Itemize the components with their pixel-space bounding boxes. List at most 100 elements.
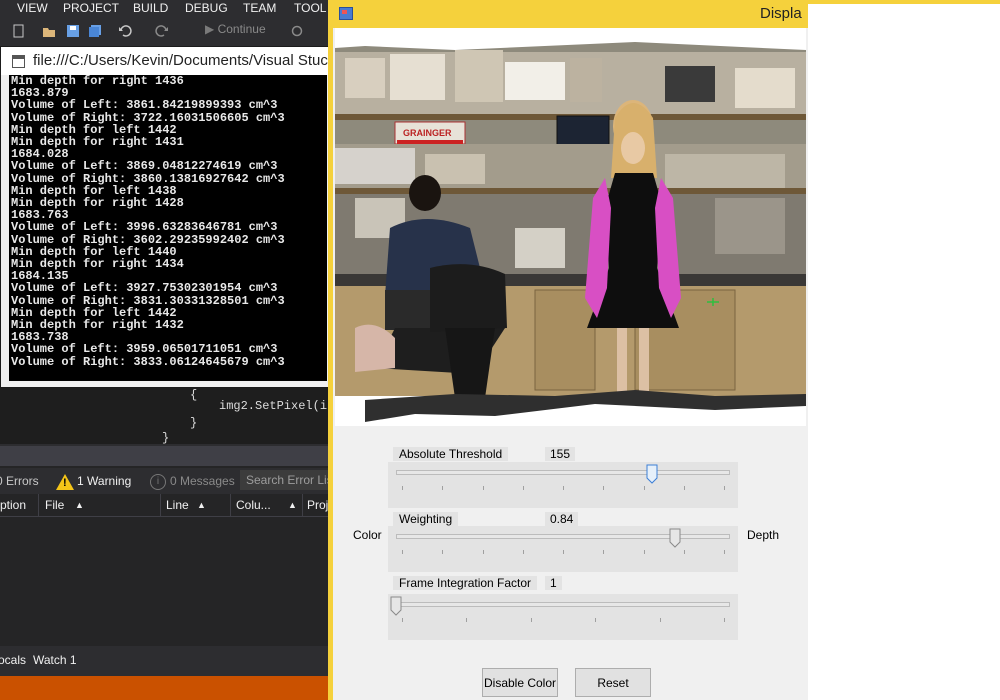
display-title-bar[interactable]: Displa <box>333 0 808 28</box>
new-project-icon[interactable] <box>12 24 26 38</box>
menu-tools[interactable]: TOOL <box>294 1 326 15</box>
error-list-columns: ption File ▲ Line ▲ Colu... ▲ Proj <box>0 494 330 517</box>
column-divider <box>160 494 161 516</box>
app-icon <box>339 7 353 20</box>
trackbar-tick <box>643 486 645 490</box>
trackbar-tick <box>522 486 524 490</box>
sort-up-icon: ▲ <box>288 500 297 510</box>
weighting-value: 0.84 <box>545 512 579 526</box>
display-window: Displa GRAINGER Absolute Threshold 155 C… <box>328 0 808 700</box>
code-line: } <box>162 431 170 445</box>
sort-up-icon: ▲ <box>75 500 84 510</box>
tab-locals[interactable]: ocals <box>0 653 26 667</box>
error-list-header <box>0 446 330 466</box>
integration-value: 1 <box>545 576 562 590</box>
tab-watch-1[interactable]: Watch 1 <box>33 653 77 667</box>
warning-icon <box>56 474 74 490</box>
integration-track <box>396 602 730 607</box>
threshold-slider-thumb[interactable] <box>646 464 658 484</box>
trackbar-tick <box>402 618 403 622</box>
column-project[interactable]: Proj <box>307 498 328 512</box>
trackbar-tick <box>595 618 597 622</box>
warnings-filter[interactable]: 1 Warning <box>77 474 131 488</box>
depth-label: Depth <box>747 528 780 542</box>
trackbar-tick <box>442 550 444 554</box>
reset-button[interactable]: Reset <box>575 668 651 697</box>
errors-filter[interactable]: 0 Errors <box>0 474 39 488</box>
menu-project[interactable]: PROJECT <box>63 1 119 15</box>
trackbar-tick <box>659 618 661 622</box>
trackbar-tick <box>402 486 403 490</box>
play-icon: ▶ <box>205 22 215 36</box>
column-line[interactable]: Line <box>166 498 189 512</box>
vs-bottom-tabs: ocals Watch 1 <box>0 648 330 672</box>
grainger-sign: GRAINGER <box>403 128 452 138</box>
menu-debug[interactable]: DEBUG <box>185 1 228 15</box>
console-line: Volume of Right: 3833.06124645679 cm^3 <box>11 354 285 369</box>
save-icon[interactable] <box>66 24 80 38</box>
trackbar-tick <box>563 550 564 554</box>
vs-menu-bar: VIEW PROJECT BUILD DEBUG TEAM TOOL <box>0 0 330 18</box>
trackbar-tick <box>603 550 605 554</box>
weighting-label: Weighting <box>393 512 459 526</box>
display-title: Displa <box>760 5 802 22</box>
error-filter-bar: 0 Errors 1 Warning i 0 Messages Search E… <box>0 468 330 494</box>
threshold-label: Absolute Threshold <box>393 447 509 461</box>
weighting-trackbar[interactable] <box>388 526 738 572</box>
undo-icon[interactable] <box>118 24 132 38</box>
trackbar-tick <box>724 550 725 554</box>
visual-studio-window: VIEW PROJECT BUILD DEBUG TEAM TOOL ▶ Con… <box>0 0 330 700</box>
error-list-panel: 0 Errors 1 Warning i 0 Messages Search E… <box>0 446 330 646</box>
code-line: { <box>190 388 198 402</box>
console-window: file:///C:/Users/Kevin/Documents/Visual … <box>0 46 330 388</box>
vs-toolbar: ▶ Continue <box>0 18 330 44</box>
trackbar-tick <box>482 486 484 490</box>
column-divider <box>230 494 231 516</box>
trackbar-tick <box>522 550 524 554</box>
info-icon: i <box>150 474 166 490</box>
trackbar-tick <box>466 618 468 622</box>
weighting-slider-thumb[interactable] <box>669 528 681 548</box>
trackbar-tick <box>563 486 564 490</box>
trackbar-tick <box>442 486 444 490</box>
open-folder-icon[interactable] <box>42 24 56 38</box>
window-accent-strip <box>806 0 1000 4</box>
code-editor[interactable]: { img2.SetPixel(i, } } <box>0 388 330 445</box>
threshold-track <box>396 470 730 475</box>
vs-status-bar <box>0 676 330 700</box>
column-file[interactable]: File <box>45 498 64 512</box>
integration-slider-thumb[interactable] <box>390 596 402 616</box>
continue-button[interactable]: ▶ Continue <box>205 22 266 36</box>
threshold-value: 155 <box>545 447 576 461</box>
trackbar-tick <box>530 618 532 622</box>
trackbar-tick <box>724 486 725 490</box>
console-app-icon <box>12 55 25 68</box>
trackbar-tick <box>643 550 645 554</box>
disable-color-button[interactable]: Disable Color <box>482 668 558 697</box>
trackbar-tick <box>402 550 403 554</box>
trackbar-tick <box>603 486 605 490</box>
trackbar-tick <box>683 550 685 554</box>
menu-view[interactable]: VIEW <box>17 1 48 15</box>
console-title: file:///C:/Users/Kevin/Documents/Visual … <box>33 52 328 69</box>
save-all-icon[interactable] <box>88 24 102 38</box>
threshold-trackbar[interactable] <box>388 462 738 508</box>
messages-filter[interactable]: 0 Messages <box>170 474 235 488</box>
redo-icon[interactable] <box>155 24 169 38</box>
error-search-input[interactable]: Search Error Lis <box>240 470 330 490</box>
column-column[interactable]: Colu... <box>236 498 271 512</box>
trackbar-tick <box>482 550 484 554</box>
column-description[interactable]: ption <box>0 498 26 512</box>
column-divider <box>302 494 303 516</box>
console-text: Min depth for right 1436 1683.879 Volume… <box>9 75 327 368</box>
trackbar-tick <box>724 618 725 622</box>
sort-up-icon: ▲ <box>197 500 206 510</box>
console-output: Min depth for right 1436 1683.879 Volume… <box>9 75 327 381</box>
integration-trackbar[interactable] <box>388 594 738 640</box>
column-divider <box>38 494 39 516</box>
menu-team[interactable]: TEAM <box>243 1 276 15</box>
trackbar-tick <box>683 486 685 490</box>
refresh-icon[interactable] <box>290 24 304 38</box>
menu-build[interactable]: BUILD <box>133 1 168 15</box>
integration-label: Frame Integration Factor <box>393 576 538 590</box>
